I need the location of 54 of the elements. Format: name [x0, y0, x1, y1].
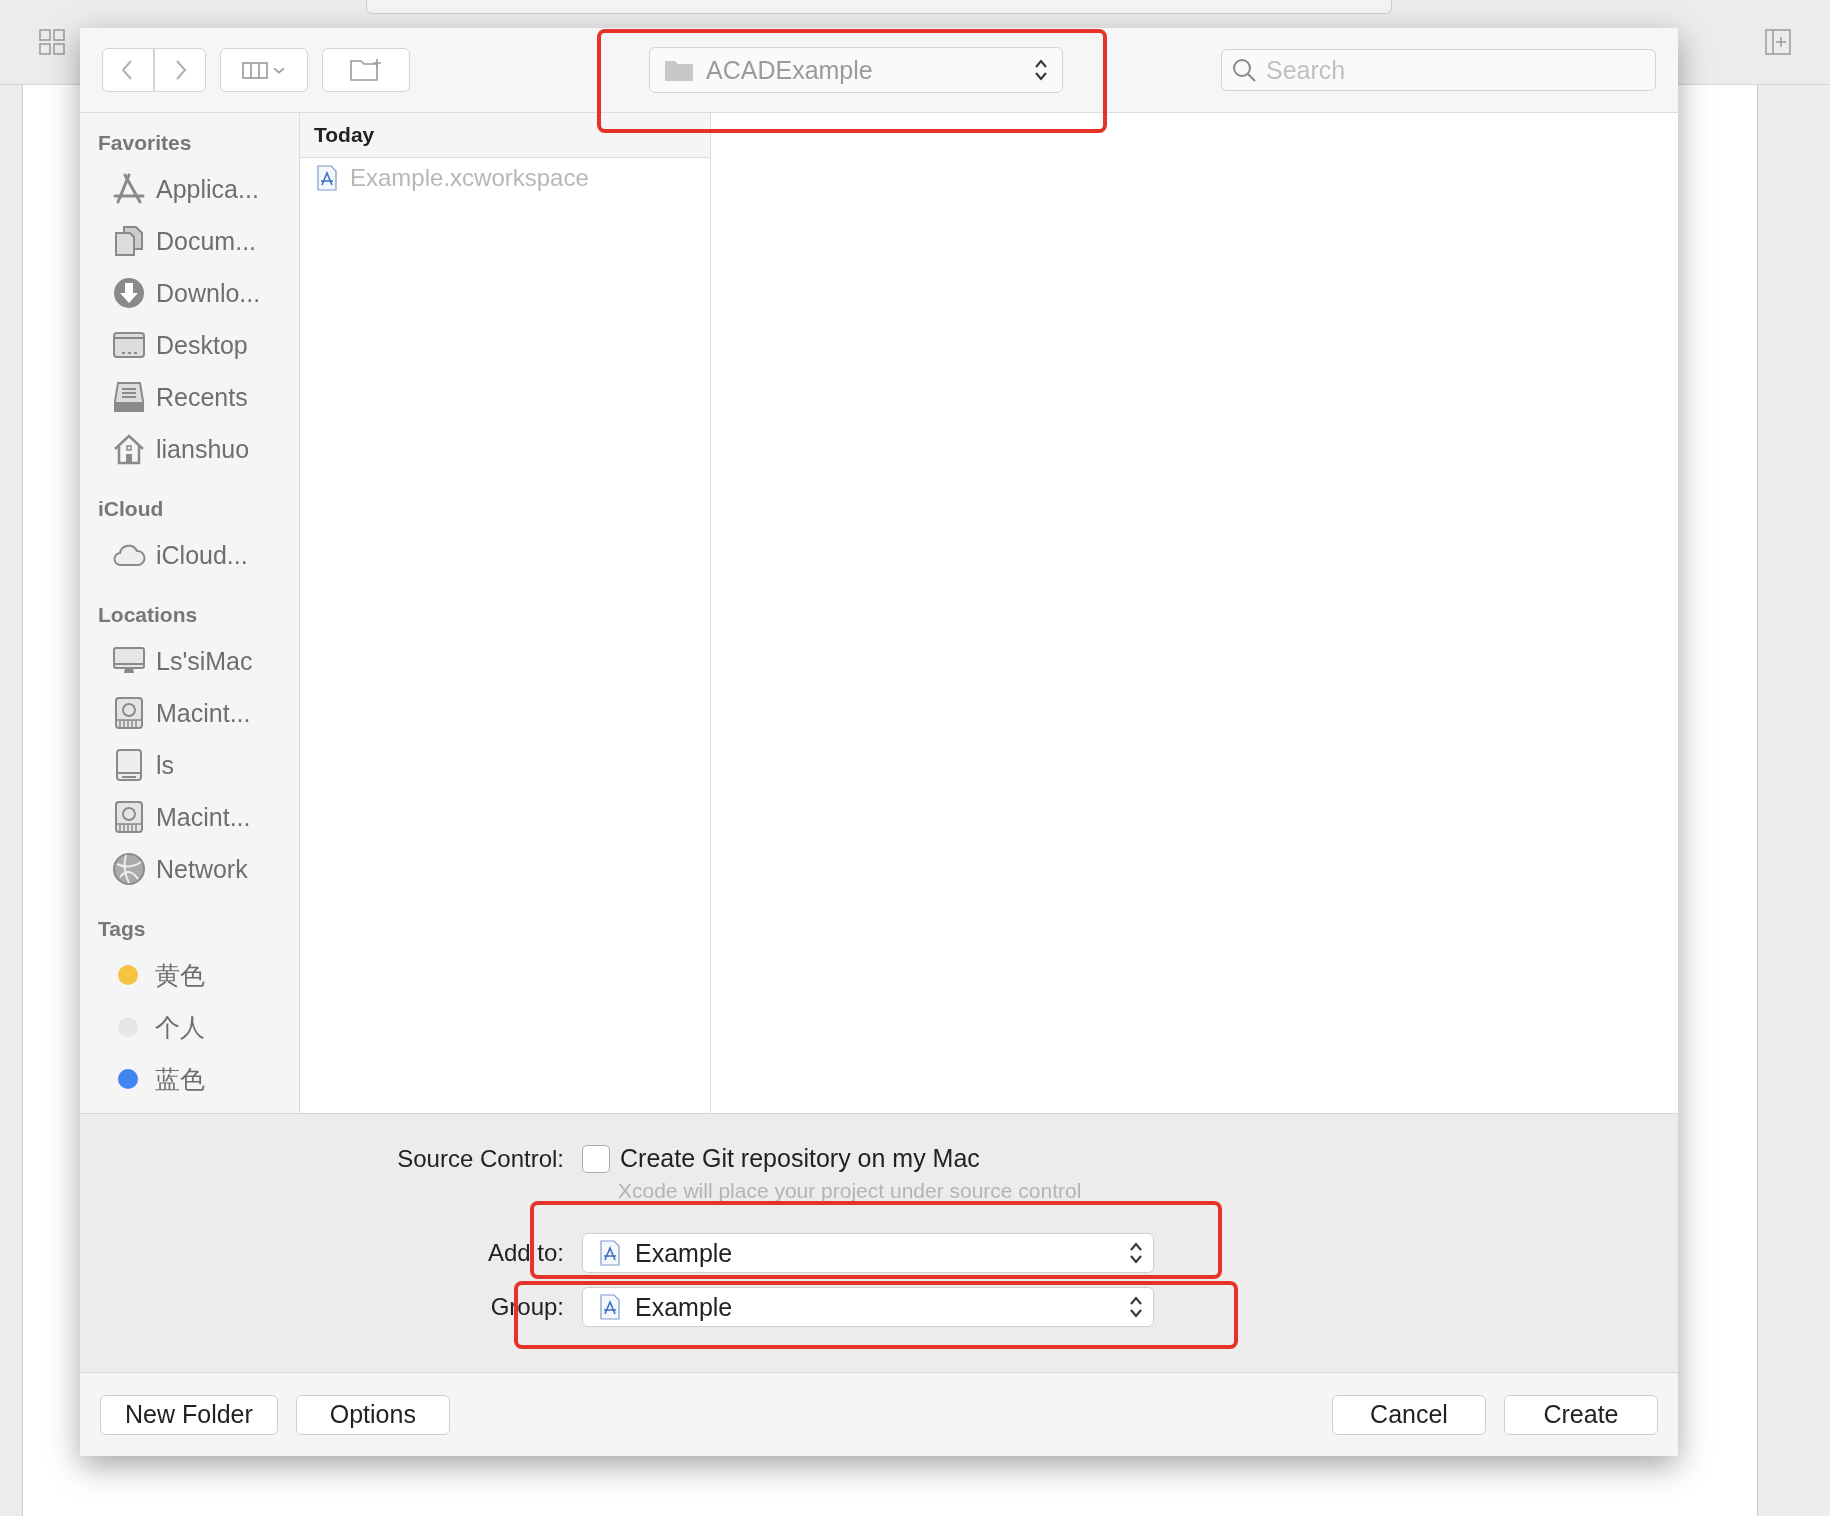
stepper-icon [1129, 1295, 1143, 1319]
sidebar-item[interactable]: iCloud... [98, 529, 299, 581]
folder-plus-icon [349, 57, 383, 83]
sidebar-item[interactable]: 黄色 [98, 949, 299, 1001]
add-panel-icon[interactable] [1764, 28, 1792, 56]
stepper-icon [1034, 58, 1048, 82]
dialog-button[interactable]: New Folder [100, 1394, 278, 1435]
section-header: iCloud [98, 497, 165, 521]
xcode-project-icon [599, 1240, 621, 1266]
checkbox-label[interactable]: Create Git repository on my Mac [620, 1144, 980, 1173]
column-header: Today [300, 113, 710, 158]
group-popup[interactable]: Example [582, 1287, 1154, 1327]
sidebar-item[interactable]: lianshuo [98, 423, 299, 475]
sidebar-item[interactable]: Recents [98, 371, 299, 423]
sidebar-item[interactable]: ls [98, 739, 299, 791]
sidebar-item[interactable]: Applica... [98, 163, 299, 215]
sidebar-item[interactable]: 个人 [98, 1001, 299, 1053]
sidebar-item[interactable]: Network [98, 843, 299, 895]
sidebar-item[interactable]: Macint... [98, 791, 299, 843]
section-header: Locations [98, 603, 199, 627]
documents-icon [112, 224, 146, 258]
grid-icon[interactable] [38, 28, 66, 56]
sidebar-item[interactable]: Ls'siMac [98, 635, 299, 687]
folder-icon [664, 58, 694, 82]
add-to-popup[interactable]: Example [582, 1233, 1154, 1273]
new-folder-button[interactable] [322, 48, 410, 92]
back-button[interactable] [102, 48, 154, 92]
section-header: Favorites [98, 131, 193, 155]
search-field[interactable]: Search [1221, 49, 1656, 91]
download-icon [112, 276, 146, 310]
sidebar-item[interactable]: Downlo... [98, 267, 299, 319]
location-popup[interactable]: ACADExample [649, 47, 1063, 93]
sidebar-item[interactable]: Docum... [98, 215, 299, 267]
xcode-project-icon [599, 1294, 621, 1320]
globe-icon [112, 852, 146, 886]
forward-button[interactable] [154, 48, 206, 92]
field-label: Add to: [486, 1239, 564, 1267]
workspace-file-icon [316, 165, 338, 191]
sidebar-item[interactable]: Desktop [98, 319, 299, 371]
inbox-tray-icon [112, 380, 146, 414]
view-button[interactable] [220, 48, 308, 92]
sidebar-item[interactable]: 蓝色 [98, 1053, 299, 1105]
search-icon [1231, 57, 1257, 83]
hint-text: Xcode will place your project under source control [618, 1179, 1083, 1203]
dialog-button[interactable]: Cancel [1332, 1394, 1486, 1435]
dialog-button[interactable]: Options [295, 1394, 450, 1435]
sidebar-item[interactable]: Macint... [98, 687, 299, 739]
dialog-button[interactable]: Create [1504, 1394, 1658, 1435]
section-header: Tags [98, 917, 147, 941]
app-store-icon [112, 172, 146, 206]
home-icon [112, 432, 146, 466]
field-label: Source Control: [396, 1144, 564, 1173]
checkbox[interactable] [582, 1144, 610, 1173]
stepper-icon [1129, 1241, 1143, 1265]
